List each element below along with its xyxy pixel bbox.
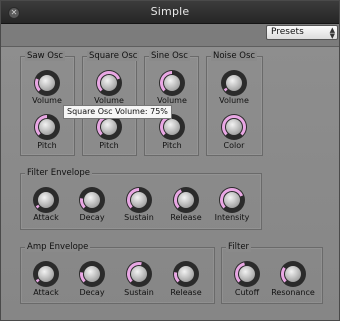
knob-cap [38,266,54,282]
filter-resonance-label: Resonance [271,288,315,297]
knob-cap [224,192,240,208]
knob-cap [84,192,100,208]
filter-resonance-knob[interactable] [280,261,306,287]
saw-pitch-knob[interactable] [34,114,60,140]
group-title: Sine Osc [149,51,190,61]
knob-level-fill [35,278,40,283]
title-bar[interactable]: ✕ Simple [1,1,339,24]
knob-cap [164,75,180,91]
window-title: Simple [150,5,190,18]
noise-volume-knob[interactable] [221,70,247,96]
filter-intensity-knob[interactable] [219,187,245,213]
amp-release-knob[interactable] [173,261,199,287]
updown-arrows-icon: ▲ ▼ [329,26,335,40]
filter-decay-knob[interactable] [79,187,105,213]
knob-cap [164,119,180,135]
knob-level-fill [223,87,228,92]
filter-cutoff-knob[interactable] [234,261,260,287]
knob-cap [178,266,194,282]
sine-volume-label: Volume [157,96,187,105]
sine-volume-knob[interactable] [159,70,185,96]
knob-cap [131,192,147,208]
knob-cap [285,266,301,282]
presets-label: Presets [271,27,304,37]
noise-color-label: Color [223,141,245,150]
noise-color-knob[interactable] [221,114,247,140]
amp-decay-knob[interactable] [79,261,105,287]
knob-value-tooltip: Square Osc Volume: 75% [63,105,172,119]
knob-cap [38,192,54,208]
saw-pitch-label: Pitch [37,141,57,150]
group-title: Saw Osc [25,51,66,61]
knob-cap [178,192,194,208]
square-volume-knob[interactable] [96,70,122,96]
group-title: Amp Envelope [25,242,91,252]
plugin-window: ✕ Simple Presets ▲ ▼ Saw Osc Volume Pitch… [0,0,340,321]
knob-cap [39,119,55,135]
knob-cap [131,266,147,282]
knob-cap [226,119,242,135]
filter-attack-knob[interactable] [33,187,59,213]
group-title: Noise Osc [211,51,258,61]
saw-volume-knob[interactable] [34,70,60,96]
filter-sustain-knob[interactable] [126,187,152,213]
noise-volume-label: Volume [219,96,249,105]
filter-intensity-label: Intensity [214,213,250,222]
knob-cap [101,75,117,91]
saw-volume-label: Volume [32,96,62,105]
square-pitch-label: Pitch [99,141,119,150]
knob-cap [101,119,117,135]
group-title: Square Osc [87,51,140,61]
knob-cap [226,75,242,91]
amp-release-label: Release [170,288,202,297]
knob-cap [39,75,55,91]
knob-cap [239,266,255,282]
filter-release-knob[interactable] [173,187,199,213]
group-title: Filter [226,242,252,252]
amp-attack-knob[interactable] [33,261,59,287]
amp-sustain-knob[interactable] [126,261,152,287]
sine-pitch-label: Pitch [162,141,182,150]
knob-level-fill [35,204,40,209]
presets-dropdown[interactable]: Presets ▲ ▼ [266,25,338,40]
knob-cap [84,266,100,282]
group-title: Filter Envelope [25,168,92,178]
square-volume-label: Volume [94,96,124,105]
